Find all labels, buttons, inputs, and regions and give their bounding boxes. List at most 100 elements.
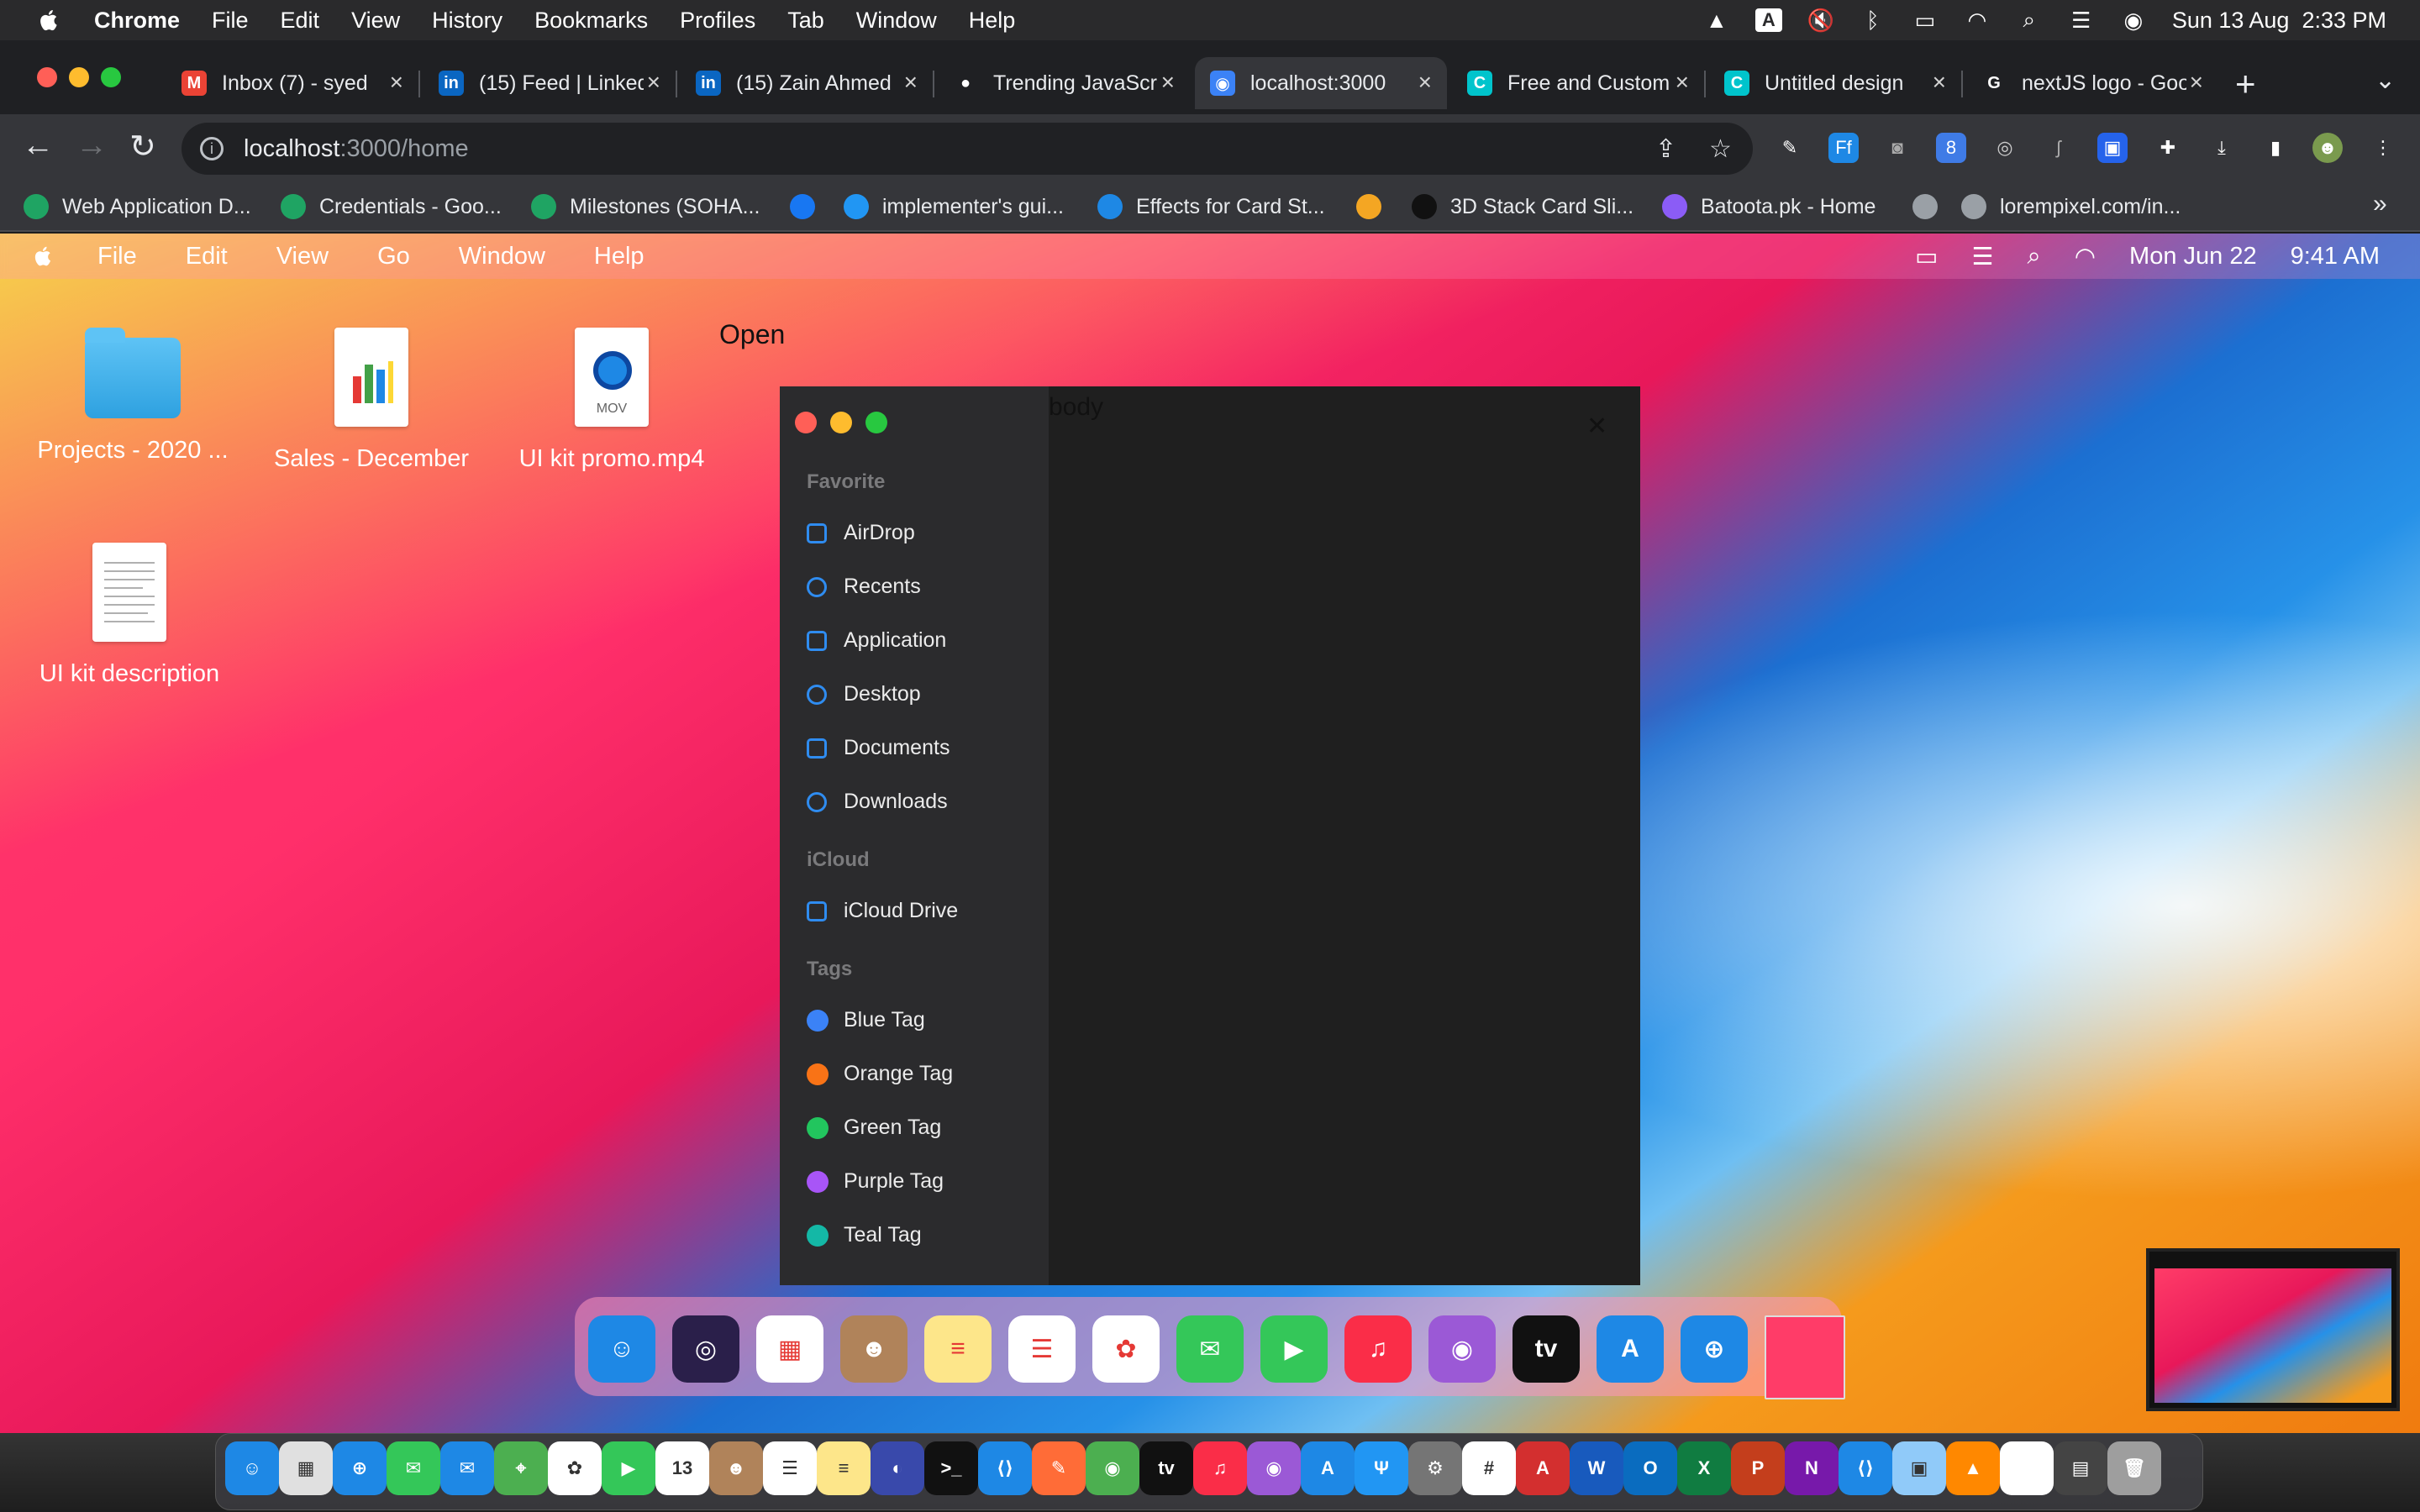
screenshot-extension-icon[interactable]: ◙: [1882, 133, 1912, 163]
finder-sidebar-item[interactable]: Recents: [807, 575, 921, 599]
photos-icon[interactable]: ✿: [548, 1441, 602, 1495]
terminal-icon[interactable]: >_: [924, 1441, 978, 1495]
finder-sidebar-item[interactable]: Documents: [807, 736, 950, 760]
apple-icon[interactable]: [37, 8, 62, 33]
bookmark-item[interactable]: 3D Stack Card Sli...: [1412, 192, 1634, 222]
bookmark-item[interactable]: Milestones (SOHA...: [531, 192, 760, 222]
apple-icon[interactable]: [32, 244, 55, 269]
menu-history[interactable]: History: [432, 8, 502, 34]
window-minimize-button[interactable]: [69, 67, 89, 87]
reminders-icon[interactable]: ☰: [763, 1441, 817, 1495]
facetime-icon[interactable]: ▶: [1260, 1315, 1328, 1383]
reload-button[interactable]: ↻: [129, 128, 156, 165]
vlc-icon[interactable]: ▲: [1946, 1441, 2000, 1495]
reminders-icon[interactable]: ☰: [1008, 1315, 1076, 1383]
screen-recorder-extension-icon[interactable]: ▣: [2097, 133, 2128, 163]
share-icon[interactable]: ⇪: [1655, 134, 1676, 164]
bookmark-item[interactable]: implementer's gui...: [844, 192, 1064, 222]
sim-time[interactable]: 9:41 AM: [2291, 243, 2380, 270]
avatar[interactable]: ☻: [2312, 133, 2343, 163]
sim-menu-help[interactable]: Help: [594, 243, 644, 270]
mute-icon[interactable]: 🔇: [1807, 8, 1834, 33]
address-url[interactable]: localhost:3000/home: [244, 135, 469, 163]
tab[interactable]: ◉ localhost:3000 ×: [1195, 57, 1447, 109]
bookmark-item[interactable]: [1912, 192, 1951, 222]
slack-icon[interactable]: #: [1462, 1441, 1516, 1495]
podcasts-icon[interactable]: ◉: [1247, 1441, 1301, 1495]
finder-sidebar-item[interactable]: AirDrop: [807, 521, 915, 545]
new-tab-button[interactable]: +: [2235, 64, 2256, 104]
menu-bookmarks[interactable]: Bookmarks: [534, 8, 648, 34]
tab-close-icon[interactable]: ×: [1676, 69, 1689, 96]
tab-close-icon[interactable]: ×: [647, 69, 660, 96]
siri-icon[interactable]: ◉: [2120, 8, 2147, 33]
menu-view[interactable]: View: [351, 8, 400, 34]
bookmark-item[interactable]: [790, 192, 829, 222]
apple-folder-icon[interactable]: [2000, 1441, 2054, 1495]
mail-icon[interactable]: ✉: [440, 1441, 494, 1495]
finder-sidebar-item[interactable]: Purple Tag: [807, 1169, 944, 1194]
music-icon[interactable]: ♫: [1344, 1315, 1412, 1383]
notes-icon[interactable]: ≡: [924, 1315, 992, 1383]
messages-icon[interactable]: ✉: [1176, 1315, 1244, 1383]
tab-manager-extension-icon[interactable]: 8: [1936, 133, 1966, 163]
forward-button[interactable]: →: [76, 128, 108, 164]
launchpad-icon[interactable]: ▦: [279, 1441, 333, 1495]
wifi-icon[interactable]: ◠: [2075, 242, 2096, 271]
menu-profiles[interactable]: Profiles: [680, 8, 755, 34]
excel-icon[interactable]: X: [1677, 1441, 1731, 1495]
back-button[interactable]: ←: [22, 128, 54, 164]
input-source-icon[interactable]: A: [1754, 8, 1782, 32]
finder-sidebar-item[interactable]: Orange Tag: [807, 1062, 953, 1086]
tab-close-icon[interactable]: ×: [2190, 69, 2203, 96]
acrobat-icon[interactable]: A: [1516, 1441, 1570, 1495]
bookmark-item[interactable]: Credentials - Goo...: [281, 192, 502, 222]
wifi-icon[interactable]: ◠: [1964, 8, 1991, 33]
finder-close-button[interactable]: [795, 412, 817, 433]
open-label[interactable]: Open: [719, 319, 785, 350]
sim-menu-file[interactable]: File: [97, 243, 137, 270]
broken-image-icon[interactable]: [1765, 1315, 1845, 1399]
finder-sidebar-item[interactable]: Blue Tag: [807, 1008, 925, 1032]
spotlight-icon[interactable]: ⌕: [2016, 7, 2043, 32]
finder-sidebar-item[interactable]: Green Tag: [807, 1116, 941, 1140]
tab[interactable]: ● Trending JavaScript×: [938, 57, 1190, 109]
app-store-icon[interactable]: A: [1597, 1315, 1664, 1383]
extensions-puzzle-icon[interactable]: ✚: [2153, 133, 2183, 163]
tab-close-icon[interactable]: ×: [1161, 69, 1175, 96]
tab-close-icon[interactable]: ×: [390, 69, 403, 96]
bookmark-item[interactable]: Effects for Card St...: [1097, 192, 1325, 222]
window-zoom-button[interactable]: [101, 67, 121, 87]
battery-icon[interactable]: ▭: [1915, 242, 1938, 271]
outlook-icon[interactable]: O: [1623, 1441, 1677, 1495]
close-icon[interactable]: ✕: [1586, 412, 1607, 441]
system-preferences-icon[interactable]: ⚙: [1408, 1441, 1462, 1495]
battery-icon[interactable]: ▭: [1912, 8, 1939, 33]
site-info-icon[interactable]: i: [200, 137, 224, 160]
finder-icon[interactable]: ☺: [588, 1315, 655, 1383]
tab-close-icon[interactable]: ×: [1933, 69, 1946, 96]
messages-icon[interactable]: ✉: [387, 1441, 440, 1495]
screenshot-thumbnail[interactable]: [2146, 1248, 2400, 1411]
finder-sidebar-item[interactable]: Desktop: [807, 682, 921, 706]
menu-tab[interactable]: Tab: [787, 8, 824, 34]
facetime-icon[interactable]: ▶: [602, 1441, 655, 1495]
screenshot-stack-icon[interactable]: ▤: [2054, 1441, 2107, 1495]
menu-edit[interactable]: Edit: [281, 8, 320, 34]
safari-icon[interactable]: ⊕: [1681, 1315, 1748, 1383]
bookmark-item[interactable]: Web Application D...: [24, 192, 251, 222]
vscode-icon[interactable]: ⟨⟩: [978, 1441, 1032, 1495]
bookmark-star-icon[interactable]: ☆: [1709, 134, 1732, 164]
trash-icon[interactable]: 🗑: [2107, 1441, 2161, 1495]
apple-tv-icon[interactable]: tv: [1512, 1315, 1580, 1383]
bookmark-item[interactable]: Batoota.pk - Home: [1662, 192, 1876, 222]
sim-menu-go[interactable]: Go: [377, 243, 410, 270]
control-center-icon[interactable]: ☰: [2068, 8, 2095, 33]
fork-icon[interactable]: Ψ: [1355, 1441, 1408, 1495]
menu-datetime[interactable]: Sun 13 Aug 2:33 PM: [2172, 8, 2386, 34]
tab[interactable]: C Free and Custom ×: [1452, 57, 1704, 109]
contacts-icon[interactable]: ☻: [709, 1441, 763, 1495]
finder-sidebar-item[interactable]: Teal Tag: [807, 1223, 922, 1247]
safari-icon[interactable]: ⊕: [333, 1441, 387, 1495]
onenote-icon[interactable]: N: [1785, 1441, 1839, 1495]
